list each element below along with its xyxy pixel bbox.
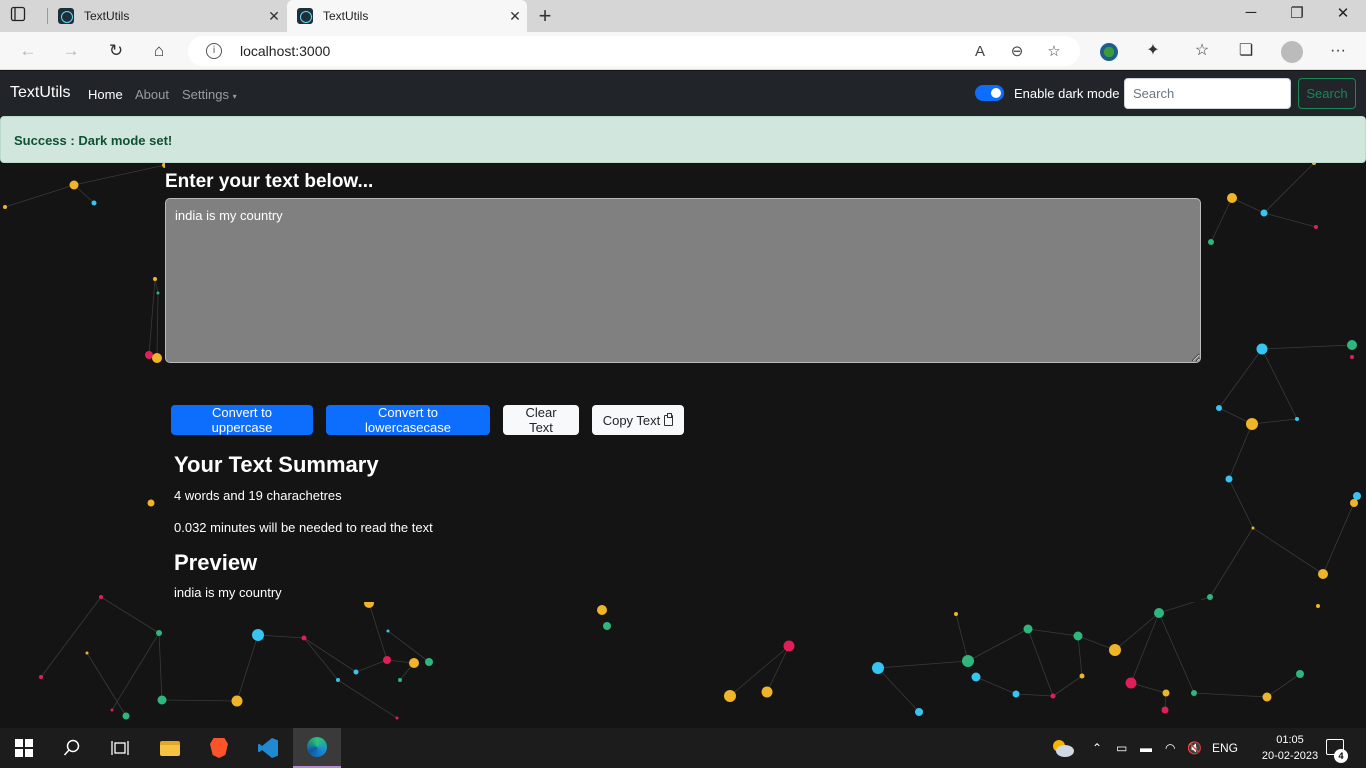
read-aloud-icon[interactable]: A	[969, 43, 991, 60]
meet-now-icon[interactable]: ▭	[1116, 728, 1127, 768]
clipboard-icon	[664, 412, 674, 426]
minimize-icon[interactable]: ─	[1228, 4, 1274, 21]
extensions-puzzle-icon[interactable]: ✦	[1142, 41, 1164, 63]
success-alert: Success : Dark mode set!	[0, 116, 1366, 163]
alert-message: Dark mode set!	[78, 133, 173, 148]
navbar-brand[interactable]: TextUtils	[10, 84, 70, 102]
language-indicator[interactable]: ENG	[1212, 728, 1238, 768]
file-explorer-icon[interactable]	[146, 728, 194, 768]
battery-icon[interactable]: ▬	[1140, 728, 1152, 768]
clock[interactable]: 01:05 20-02-2023	[1256, 732, 1324, 764]
preview-text: india is my country	[174, 585, 282, 600]
zoom-out-icon[interactable]: ⊖	[1006, 42, 1028, 60]
url-text: localhost:3000	[240, 43, 331, 59]
react-favicon-icon	[297, 8, 313, 24]
tab-close-icon[interactable]: ✕	[262, 8, 286, 25]
copy-text-label: Copy Text	[602, 412, 661, 428]
summary-title: Your Text Summary	[174, 452, 379, 477]
tab-close-icon[interactable]: ✕	[503, 8, 527, 25]
preview-title: Preview	[174, 550, 258, 575]
profile-avatar[interactable]	[1281, 41, 1303, 63]
text-input-area[interactable]: india is my country	[165, 198, 1201, 363]
copy-text-button[interactable]: Copy Text	[592, 405, 684, 435]
forward-arrow-icon[interactable]: →	[60, 40, 82, 62]
read-time: 0.032 minutes will be needed to read the…	[174, 520, 433, 535]
back-arrow-icon[interactable]: ←	[17, 40, 39, 62]
tray-chevron-up-icon[interactable]: ⌃	[1092, 728, 1102, 768]
settings-label: Settings	[182, 87, 229, 102]
uppercase-button[interactable]: Convert to uppercase	[171, 405, 313, 435]
home-icon[interactable]: ⌂	[148, 40, 170, 62]
tab-title: TextUtils	[84, 9, 130, 23]
text-input-heading: Enter your text below...	[165, 171, 374, 192]
site-info-icon[interactable]: i	[206, 43, 222, 59]
lowercase-button[interactable]: Convert to lowercasecase	[326, 405, 490, 435]
clock-time: 01:05	[1276, 734, 1304, 746]
volume-muted-icon[interactable]: 🔇	[1187, 728, 1202, 768]
task-view-icon[interactable]	[96, 728, 144, 768]
nav-settings-dropdown[interactable]: Settings ▾	[182, 87, 237, 102]
app-navbar: TextUtils Home About Settings ▾ Enable d…	[0, 71, 1366, 116]
vscode-icon[interactable]	[244, 728, 292, 768]
new-tab-plus-icon[interactable]: +	[533, 3, 557, 29]
clock-date: 20-02-2023	[1261, 750, 1319, 762]
extension-globe-icon[interactable]	[1100, 43, 1118, 61]
collections-icon[interactable]: ❏	[1235, 41, 1257, 63]
more-menu-icon[interactable]: ···	[1327, 41, 1349, 63]
favorites-icon[interactable]: ☆	[1191, 41, 1213, 63]
clear-text-button[interactable]: Clear Text	[503, 405, 579, 435]
browser-tab-bar: TextUtils ✕ TextUtils ✕ + ─ ❐ ✕	[0, 0, 1366, 32]
caret-down-icon: ▾	[232, 92, 237, 101]
url-field[interactable]: i localhost:3000 A ⊖ ☆	[188, 36, 1080, 66]
windows-taskbar: ⌃ ▭ ▬ ◠ 🔇 ENG 01:05 20-02-2023 4	[0, 728, 1366, 768]
window-close-icon[interactable]: ✕	[1320, 4, 1366, 22]
tab-title: TextUtils	[323, 9, 369, 23]
browser-tab-2-active[interactable]: TextUtils ✕	[287, 0, 527, 32]
nav-about-link[interactable]: About	[135, 87, 169, 102]
brave-browser-icon[interactable]	[195, 728, 243, 768]
restore-icon[interactable]: ❐	[1274, 4, 1320, 22]
nav-home-link[interactable]: Home	[88, 87, 123, 102]
dark-mode-toggle[interactable]	[975, 85, 1004, 101]
search-magnifier-icon[interactable]	[48, 728, 96, 768]
browser-tab-1[interactable]: TextUtils ✕	[48, 0, 286, 32]
search-input[interactable]	[1124, 78, 1291, 109]
word-char-count: 4 words and 19 charachetres	[174, 488, 342, 503]
wifi-icon[interactable]: ◠	[1165, 728, 1175, 768]
react-favicon-icon	[58, 8, 74, 24]
add-favorite-star-icon[interactable]: ☆	[1043, 42, 1065, 60]
alert-type: Success	[14, 133, 67, 148]
search-button[interactable]: Search	[1298, 78, 1356, 109]
notification-count-badge: 4	[1334, 749, 1348, 763]
browser-address-bar: ← → ↻ ⌂ i localhost:3000 A ⊖ ☆ ✦ ☆ ❏ ···	[0, 32, 1366, 70]
start-windows-icon[interactable]	[0, 728, 48, 768]
tab-actions-icon[interactable]	[10, 6, 38, 26]
dark-mode-label: Enable dark mode	[1014, 86, 1120, 101]
reload-icon[interactable]: ↻	[105, 40, 127, 62]
weather-icon[interactable]	[1050, 728, 1076, 768]
edge-browser-icon[interactable]	[293, 728, 341, 768]
